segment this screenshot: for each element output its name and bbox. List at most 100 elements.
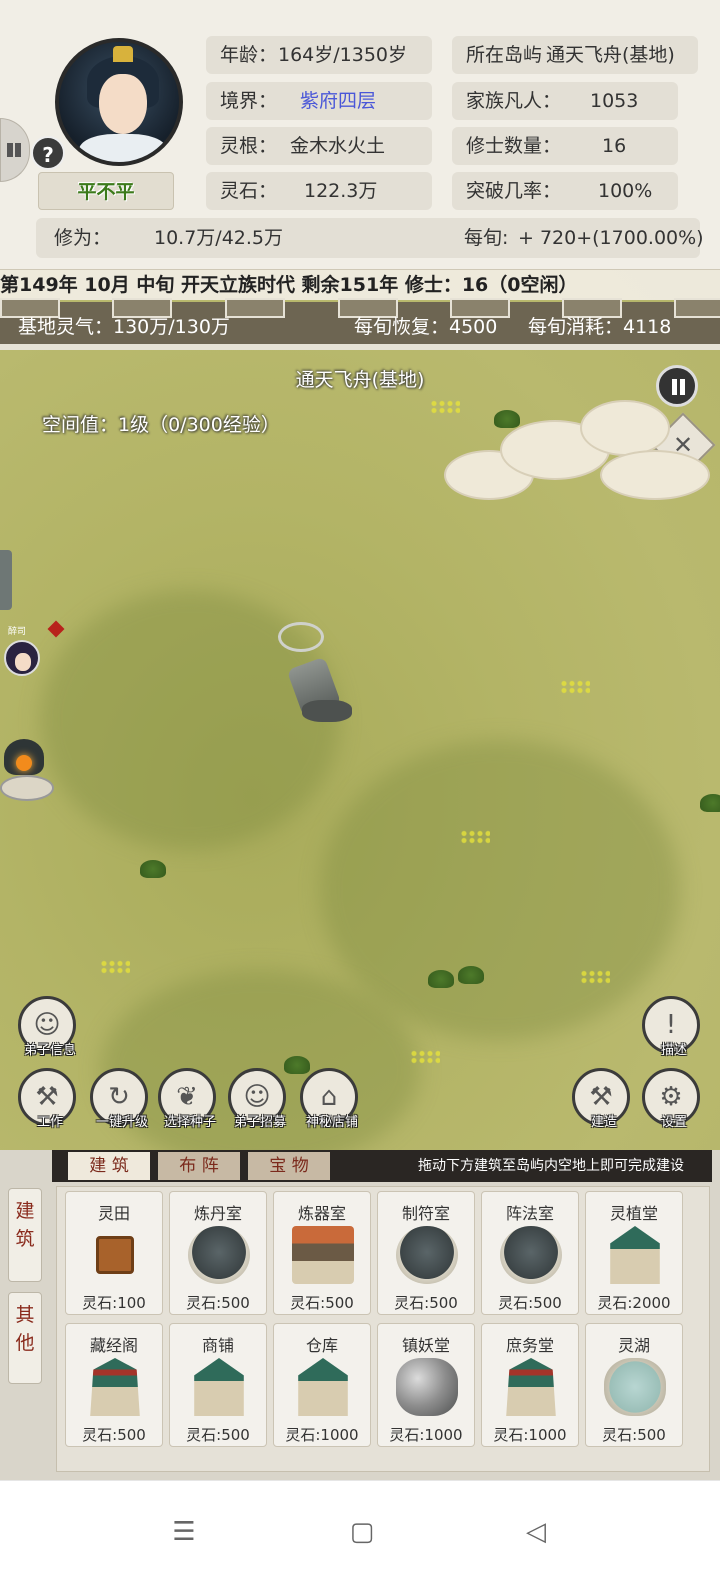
space-value: 空间值：1级（0/300经验）	[42, 414, 280, 436]
building-name: 镇妖堂	[401, 1336, 450, 1355]
building-card-warehouse[interactable]: 仓库 灵石:1000	[273, 1323, 371, 1447]
building-cost: 灵石:500	[290, 1294, 354, 1312]
building-grid: 灵田 灵石:100 炼丹室 灵石:500 炼器室 灵石:500 制符室 灵石:5…	[56, 1186, 710, 1472]
side-tab-other[interactable]: 其他	[8, 1292, 42, 1384]
building-card-formation[interactable]: 阵法室 灵石:500	[481, 1191, 579, 1315]
warehouse-icon	[298, 1358, 348, 1416]
building-card-library[interactable]: 藏经阁 灵石:500	[65, 1323, 163, 1447]
mystery-shop-label: 神秘店铺	[305, 1115, 358, 1130]
furnace-base	[0, 775, 54, 801]
family-stat: 家族凡人： 1053	[452, 82, 678, 120]
build-label: 建造	[590, 1115, 617, 1130]
spirit-root-stat: 灵根： 金木水火土	[206, 127, 432, 165]
tab-treasures[interactable]: 宝 物	[248, 1152, 330, 1180]
age-value: 164岁/1350岁	[278, 44, 408, 66]
monument-base	[302, 700, 352, 722]
spirit-stone-stat: 灵石： 122.3万	[206, 172, 432, 210]
bush-decoration	[494, 406, 520, 428]
island-map[interactable]: 第149年 10月 中旬 开天立族时代 剩余151年 修士：16（0空闲） 基地…	[0, 270, 720, 1150]
recruit-button[interactable]: ☺ 弟子招募	[228, 1068, 286, 1130]
spirit-root-value: 金木水火土	[290, 135, 386, 157]
breakthrough-stat: 突破几率： 100%	[452, 172, 678, 210]
bush-decoration	[700, 790, 720, 812]
tab-formations[interactable]: 布 阵	[158, 1152, 240, 1180]
affairs-hall-icon	[506, 1358, 556, 1416]
help-button[interactable]: ?	[31, 136, 65, 170]
build-button[interactable]: ⚒ 建造	[572, 1068, 630, 1130]
flower-decoration	[430, 400, 460, 414]
character-status-panel: ? 平不平 年龄： 164岁/1350岁 境界： 紫府四层 灵根： 金木水火土 …	[0, 0, 720, 270]
choose-seed-button[interactable]: ❦ 选择种子	[158, 1068, 216, 1130]
side-tab-buildings[interactable]: 建筑	[8, 1188, 42, 1282]
cloud-decoration	[600, 450, 710, 500]
age-label: 年龄：	[220, 44, 278, 66]
island-label: 所在岛屿	[466, 44, 543, 66]
building-name: 阵法室	[505, 1204, 554, 1223]
bush-decoration	[140, 856, 166, 878]
building-name: 藏经阁	[89, 1336, 138, 1355]
cultivator-count-value: 16	[602, 135, 627, 157]
shop-icon	[194, 1358, 244, 1416]
building-card-spirit-lake[interactable]: 灵湖 灵石:500	[585, 1323, 683, 1447]
building-card-herb-hall[interactable]: 灵植堂 灵石:2000	[585, 1191, 683, 1315]
cultivator-count-stat: 修士数量： 16	[452, 127, 678, 165]
family-label: 家族凡人：	[466, 90, 562, 112]
settings-button[interactable]: ⚙ 设置	[642, 1068, 700, 1130]
building-name: 炼器室	[297, 1204, 346, 1223]
flower-decoration	[460, 830, 490, 844]
per-tick-label: 每旬:	[464, 227, 509, 249]
describe-label: 描述	[660, 1043, 687, 1058]
building-name: 灵植堂	[609, 1204, 658, 1223]
wall-merlon	[225, 298, 285, 318]
building-card-demon-hall[interactable]: 镇妖堂 灵石:1000	[377, 1323, 475, 1447]
building-card-talisman[interactable]: 制符室 灵石:500	[377, 1191, 475, 1315]
back-icon[interactable]: ◁	[516, 1517, 556, 1547]
island-value: 通天飞舟(基地)	[546, 44, 675, 66]
cultivation-label: 修为：	[54, 227, 112, 249]
pause-button[interactable]	[656, 365, 698, 407]
wall-merlon	[674, 298, 720, 318]
menu-icon[interactable]: ☰	[164, 1517, 204, 1547]
home-icon[interactable]: ▢	[342, 1517, 382, 1547]
formation-icon	[500, 1226, 562, 1284]
building-name: 灵田	[97, 1204, 130, 1223]
disciple-info-button[interactable]: ☺ 弟子信息	[18, 996, 76, 1058]
building-name: 灵湖	[617, 1336, 650, 1355]
base-qi: 基地灵气：130万/130万	[18, 316, 230, 338]
building-cost: 灵石:100	[82, 1294, 146, 1312]
building-name: 商铺	[201, 1336, 234, 1355]
alchemy-furnace-building[interactable]	[0, 735, 56, 805]
tab-buildings[interactable]: 建 筑	[68, 1152, 150, 1180]
building-card-shop[interactable]: 商铺 灵石:500	[169, 1323, 267, 1447]
building-card-spirit-field[interactable]: 灵田 灵石:100	[65, 1191, 163, 1315]
choose-seed-label: 选择种子	[163, 1115, 216, 1130]
portrait-crown	[113, 46, 133, 62]
npc-avatar[interactable]	[4, 640, 40, 676]
building-card-alchemy[interactable]: 炼丹室 灵石:500	[169, 1191, 267, 1315]
cultivator-count-label: 修士数量：	[466, 135, 562, 157]
monument-ring	[278, 622, 324, 652]
spirit-root-label: 灵根：	[220, 135, 278, 157]
flower-decoration	[580, 970, 610, 984]
describe-button[interactable]: ! 描述	[642, 996, 700, 1058]
island-stat: 所在岛屿 通天飞舟(基地)	[452, 36, 698, 74]
upgrade-all-label: 一键升级	[95, 1115, 148, 1130]
recover-per-tick: 每旬恢复：4500	[354, 316, 498, 338]
map-title: 通天飞舟(基地)	[295, 369, 425, 391]
building-card-affairs-hall[interactable]: 庶务堂 灵石:1000	[481, 1323, 579, 1447]
character-portrait[interactable]	[55, 38, 183, 166]
realm-value: 紫府四层	[300, 90, 377, 112]
demon-suppress-monument[interactable]	[278, 622, 358, 732]
work-button[interactable]: ⚒ 工作	[18, 1068, 76, 1130]
upgrade-all-button[interactable]: ↻ 一键升级	[90, 1068, 148, 1130]
spirit-stone-value: 122.3万	[304, 180, 378, 202]
side-menu-toggle[interactable]	[0, 118, 30, 182]
building-card-forge[interactable]: 炼器室 灵石:500	[273, 1191, 371, 1315]
recruit-label: 弟子招募	[233, 1115, 286, 1130]
talisman-icon	[396, 1226, 458, 1284]
building-cost: 灵石:500	[186, 1294, 250, 1312]
mystery-shop-button[interactable]: ⌂ 神秘店铺	[300, 1068, 358, 1130]
demon-hall-icon	[396, 1358, 458, 1416]
pause-bars-icon	[7, 143, 13, 157]
family-value: 1053	[590, 90, 639, 112]
